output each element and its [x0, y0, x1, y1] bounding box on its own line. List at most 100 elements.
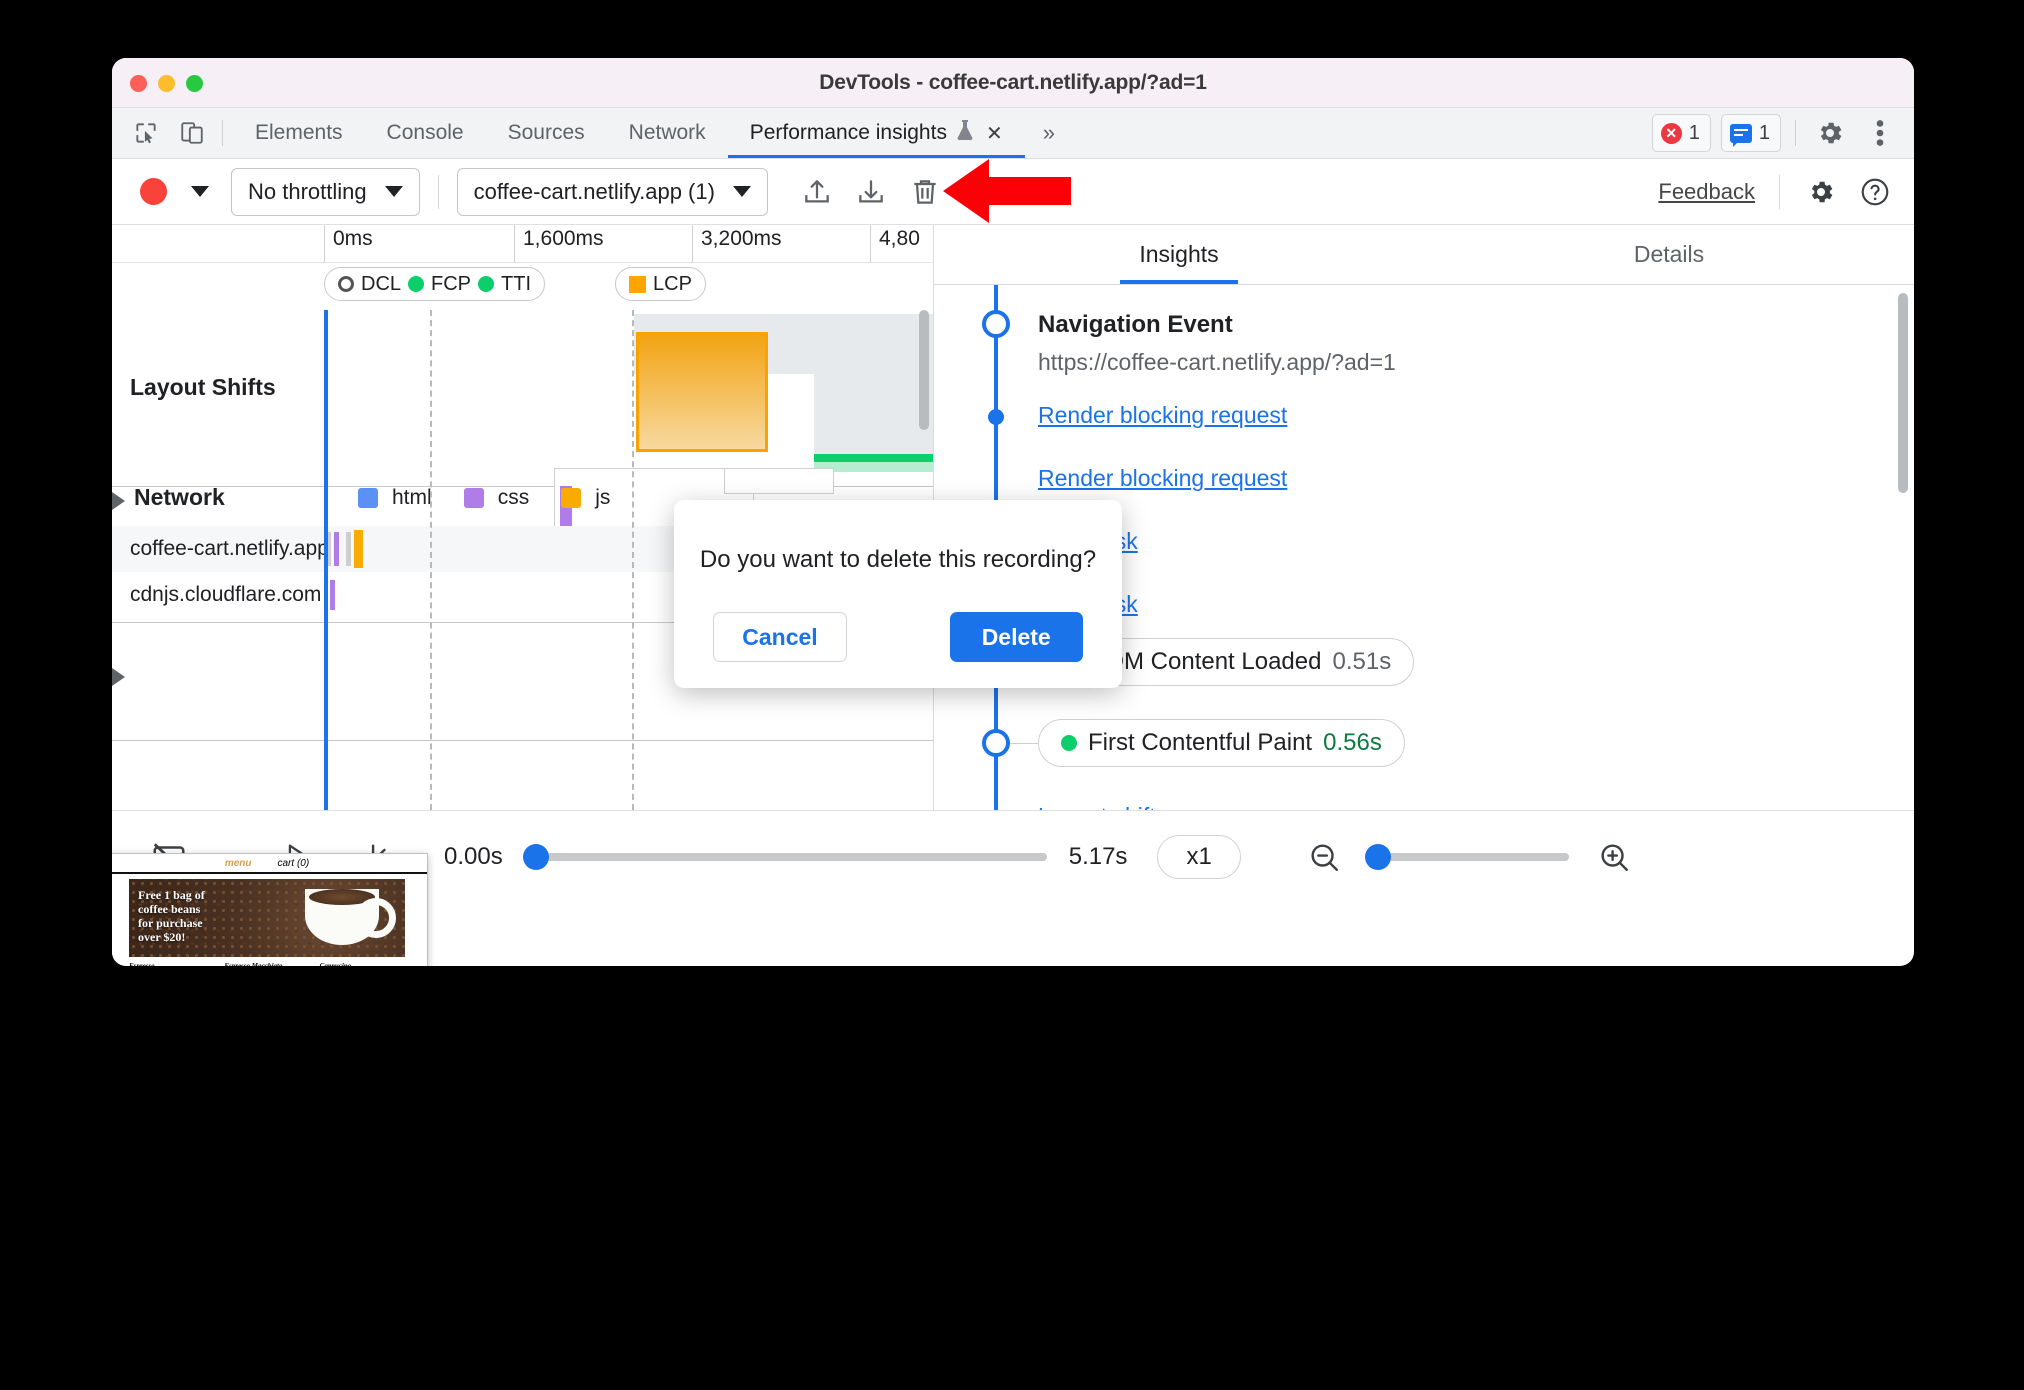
coffee-cup-image — [305, 889, 396, 945]
product-name: Espresso — [129, 962, 155, 966]
feedback-link[interactable]: Feedback — [1658, 179, 1755, 205]
preview-product-list: Espresso $10.00 Espresso Macchiato $12.0… — [129, 962, 405, 966]
preview-product: Espresso $10.00 — [129, 962, 214, 966]
time-slider-knob[interactable] — [522, 843, 549, 870]
preview-product: Espresso Macchiato $12.00 milk foam — [224, 962, 309, 966]
devtools-tab-bar: Elements Console Sources Network Perform… — [112, 108, 1914, 159]
page-select[interactable]: coffee-cart.netlify.app (1) — [456, 167, 768, 216]
timeline-ruler[interactable]: 0ms 1,600ms 3,200ms 4,80 — [112, 225, 933, 263]
zoom-window-button[interactable] — [186, 74, 203, 92]
event-node[interactable] — [982, 729, 1010, 757]
cancel-button[interactable]: Cancel — [713, 612, 847, 662]
more-tabs-icon[interactable]: » — [1025, 108, 1073, 158]
sidebar-scrollbar[interactable] — [1898, 293, 1908, 493]
delete-recording-dialog: Do you want to delete this recording? Ca… — [674, 500, 1122, 688]
title-bar: DevTools - coffee-cart.netlify.app/?ad=1 — [112, 58, 1914, 108]
chip-value: 0.51s — [1332, 648, 1392, 675]
help-icon[interactable] — [1852, 169, 1898, 215]
zoom-slider[interactable] — [1364, 843, 1569, 870]
request-bar — [346, 532, 351, 566]
marker-label: DCL — [361, 272, 402, 295]
download-icon[interactable] — [848, 169, 894, 215]
dialog-message: Do you want to delete this recording? — [699, 546, 1097, 573]
error-count-badge[interactable]: ✕ 1 — [1651, 114, 1711, 152]
tab-label: Console — [386, 121, 464, 144]
playhead[interactable] — [324, 310, 328, 810]
inspect-element-icon[interactable] — [126, 113, 166, 153]
marker-chip-lcp[interactable]: LCP — [615, 267, 706, 301]
message-count: 1 — [1758, 121, 1770, 144]
tab-console[interactable]: Console — [365, 108, 486, 158]
tabbar-right-icons: ✕ 1 1 — [1651, 108, 1914, 158]
minimize-window-button[interactable] — [158, 74, 175, 92]
marker-label: TTI — [501, 272, 532, 295]
tab-sources[interactable]: Sources — [486, 108, 607, 158]
request-bar-css — [334, 532, 339, 566]
tab-label: Details — [1633, 241, 1705, 267]
insight-layout-shift[interactable]: Layout shift — [1038, 803, 1156, 810]
tabbar-left-icons — [112, 108, 212, 158]
tab-network[interactable]: Network — [607, 108, 728, 158]
legend-swatch-html — [358, 488, 378, 508]
device-toolbar-icon[interactable] — [172, 113, 212, 153]
green-circle-icon — [408, 276, 425, 292]
network-row-name: coffee-cart.netlify.app — [130, 537, 329, 560]
error-count: 1 — [1688, 121, 1700, 144]
gear-icon[interactable] — [1798, 169, 1844, 215]
tab-performance-insights[interactable]: Performance insights ✕ — [727, 108, 1025, 158]
event-node[interactable] — [988, 409, 1004, 425]
upload-icon[interactable] — [794, 169, 840, 215]
legend-label-css: css — [497, 486, 530, 509]
record-options-chevron-down-icon[interactable] — [191, 186, 209, 197]
delete-button[interactable]: Delete — [949, 612, 1083, 662]
legend-label-html: html — [392, 486, 432, 509]
product-name: Espresso Macchiato — [224, 962, 283, 966]
message-count-badge[interactable]: 1 — [1720, 114, 1781, 152]
chip-label: DOM Content Loaded — [1088, 648, 1322, 675]
zoom-slider-knob[interactable] — [1364, 843, 1391, 870]
end-time-label: 5.17s — [1068, 842, 1128, 870]
insight-render-blocking-request[interactable]: Render blocking request — [1038, 465, 1287, 492]
legend-swatch-js — [561, 488, 582, 508]
tab-insights[interactable]: Insights — [934, 225, 1424, 284]
zoom-in-icon[interactable] — [1583, 826, 1645, 888]
request-bar-css — [330, 580, 335, 610]
tab-details[interactable]: Details — [1424, 225, 1914, 284]
request-bar-js — [354, 530, 363, 568]
trash-icon[interactable] — [902, 169, 948, 215]
playback-speed-button[interactable]: x1 — [1157, 834, 1241, 879]
network-legend: html css js — [358, 486, 610, 510]
lane-label-layout-shifts: Layout Shifts — [130, 374, 276, 400]
time-marker-dashed-line — [632, 310, 634, 810]
tab-elements[interactable]: Elements — [233, 108, 365, 158]
event-node[interactable] — [982, 310, 1010, 338]
kebab-menu-icon[interactable] — [1860, 113, 1900, 153]
throttling-select[interactable]: No throttling — [231, 167, 420, 216]
insight-first-contentful-paint[interactable]: First Contentful Paint 0.56s — [1038, 719, 1405, 767]
playback-speed-value: x1 — [1186, 842, 1212, 870]
close-window-button[interactable] — [130, 74, 147, 92]
gear-icon[interactable] — [1810, 113, 1850, 153]
expand-other-lane-triangle-icon[interactable] — [112, 668, 125, 686]
preview-nav-cart: cart (0) — [277, 857, 310, 869]
window-controls[interactable] — [130, 58, 203, 108]
legend-label-js: js — [595, 486, 611, 509]
zoom-out-icon[interactable] — [1293, 826, 1355, 888]
experimental-flask-icon — [956, 119, 974, 147]
tab-label: Elements — [255, 121, 343, 144]
tabbar-divider — [222, 120, 223, 146]
tabbar-right-divider — [1795, 120, 1796, 146]
devtools-window: DevTools - coffee-cart.netlify.app/?ad=1… — [112, 58, 1914, 966]
insight-render-blocking-request[interactable]: Render blocking request — [1038, 402, 1287, 429]
record-button[interactable] — [140, 178, 167, 205]
marker-chip-dcl-fcp-tti[interactable]: DCL FCP TTI — [324, 267, 546, 301]
tab-label: Sources — [507, 121, 585, 144]
close-icon[interactable]: ✕ — [986, 121, 1003, 146]
timeline-scrollbar[interactable] — [919, 310, 929, 430]
time-range-slider[interactable] — [522, 843, 1047, 870]
ruler-tick: 1,600ms — [514, 225, 604, 263]
expand-network-triangle-icon[interactable] — [112, 492, 125, 510]
filmstrip-screenshot-tooltip: menu cart (0) Free 1 bag of coffee beans… — [112, 853, 428, 966]
layout-shifts-track[interactable] — [324, 310, 933, 568]
error-icon: ✕ — [1660, 122, 1682, 144]
